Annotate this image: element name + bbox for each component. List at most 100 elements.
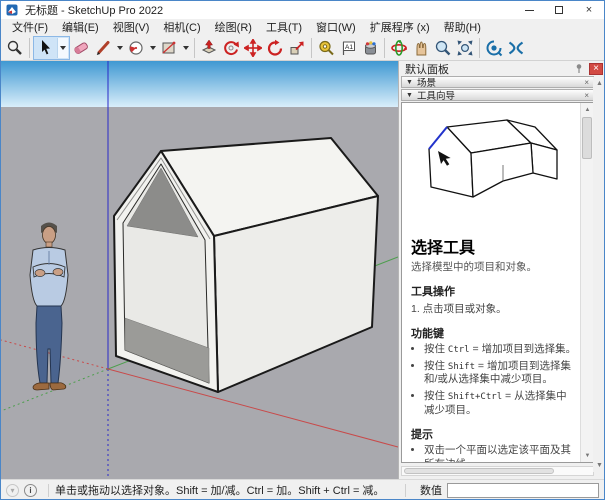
section-instructor[interactable]: ▼ 工具向导 × <box>401 89 594 101</box>
line-tool-button[interactable] <box>92 37 114 59</box>
3d-warehouse-button[interactable] <box>483 37 505 59</box>
menu-window[interactable]: 窗口(W) <box>309 18 363 36</box>
toolbar-separator <box>311 38 312 58</box>
section-close-icon[interactable]: × <box>584 78 589 87</box>
modifier-item: 按住 Ctrl = 增加项目到选择集。 <box>424 343 577 357</box>
toolbar-separator <box>384 38 385 58</box>
sky <box>1 61 398 107</box>
menu-edit[interactable]: 编辑(E) <box>55 18 106 36</box>
window-controls: × <box>514 1 604 19</box>
close-button[interactable]: × <box>574 1 604 19</box>
menu-help[interactable]: 帮助(H) <box>437 18 488 36</box>
eraser-icon <box>72 39 90 57</box>
instructor-scrollbar[interactable]: ▲ ▼ <box>580 103 593 462</box>
zoom-icon <box>434 39 452 57</box>
push-pull-tool-button[interactable] <box>198 37 220 59</box>
offset-tool-button[interactable] <box>220 37 242 59</box>
scroll-up-icon[interactable]: ▲ <box>593 77 605 90</box>
tray-header: 默认面板 × <box>399 61 605 76</box>
move-tool-button[interactable] <box>242 37 264 59</box>
svg-text:A1: A1 <box>345 43 353 50</box>
menu-view[interactable]: 视图(V) <box>106 18 157 36</box>
instructor-illustration <box>411 107 580 225</box>
menu-camera[interactable]: 相机(C) <box>156 18 207 36</box>
paint-bucket-icon <box>361 39 379 57</box>
rectangle-tool-button[interactable] <box>158 37 180 59</box>
extension-warehouse-button[interactable] <box>505 37 527 59</box>
rotate-tool-button[interactable] <box>264 37 286 59</box>
text-tool-button[interactable]: A1 <box>337 37 359 59</box>
scale-tool-button[interactable] <box>286 37 308 59</box>
title-bar: 无标题 - SketchUp Pro 2022 × <box>1 1 604 19</box>
status-bar: ▾ i 单击或拖动以选择对象。Shift = 加/减。Ctrl = 加。Shif… <box>1 479 604 500</box>
line-tool-dropdown[interactable] <box>114 37 125 59</box>
model-viewport[interactable] <box>1 61 398 479</box>
app-icon <box>6 4 18 16</box>
main-toolbar: A1 <box>1 35 604 61</box>
menu-bar: 文件(F) 编辑(E) 视图(V) 相机(C) 绘图(R) 工具(T) 窗口(W… <box>1 19 604 35</box>
arc-tool-button[interactable] <box>125 37 147 59</box>
measurements-input[interactable] <box>447 483 599 498</box>
status-separator <box>48 484 49 497</box>
operation-title: 工具操作 <box>411 283 577 299</box>
toolbar-separator <box>479 38 480 58</box>
circle-tool-icon <box>127 39 145 57</box>
instructor-pane: 选择工具 选择模型中的项目和对象。 工具操作 1. 点击项目或对象。 功能键 按… <box>401 102 594 463</box>
rotate-icon <box>266 39 284 57</box>
modifier-title: 功能键 <box>411 325 577 341</box>
pan-tool-button[interactable] <box>410 37 432 59</box>
magnifier-icon <box>6 39 24 57</box>
tape-measure-icon <box>317 39 335 57</box>
modifier-item: 按住 Shift+Ctrl = 从选择集中减少项目。 <box>424 390 577 417</box>
pin-icon[interactable] <box>572 62 586 75</box>
status-hint: 单击或拖动以选择对象。Shift = 加/减。Ctrl = 加。Shift + … <box>55 482 384 498</box>
scrollbar-thumb[interactable] <box>582 117 592 159</box>
zoom-extents-tool-button[interactable] <box>454 37 476 59</box>
extension-warehouse-icon <box>507 39 525 57</box>
select-tool-dropdown[interactable] <box>57 38 68 58</box>
orbit-icon <box>390 39 408 57</box>
zoom-extents-icon <box>456 39 474 57</box>
offset-icon <box>222 39 240 57</box>
select-arrow-icon <box>37 39 55 57</box>
arc-tool-dropdown[interactable] <box>147 37 158 59</box>
tip-item: 双击一个平面以选定该平面及其所有边线。 <box>424 444 577 462</box>
scale-icon <box>288 39 306 57</box>
menu-tools[interactable]: 工具(T) <box>259 18 309 36</box>
zoom-tool-button[interactable] <box>432 37 454 59</box>
operation-step: 1. 点击项目或对象。 <box>411 301 577 316</box>
move-icon <box>244 39 262 57</box>
rectangle-tool-dropdown[interactable] <box>180 37 191 59</box>
tray-horizontal-scrollbar[interactable] <box>401 466 594 476</box>
menu-file[interactable]: 文件(F) <box>5 18 55 36</box>
status-separator <box>405 484 406 497</box>
geolocation-status-icon[interactable]: ▾ <box>6 484 19 497</box>
section-scenes[interactable]: ▼ 场景 × <box>401 76 594 88</box>
push-pull-icon <box>200 39 218 57</box>
tray-close-button[interactable]: × <box>589 63 603 75</box>
modifier-list: 按住 Ctrl = 增加项目到选择集。 按住 Shift = 增加项目到选择集和… <box>411 343 577 417</box>
pencil-icon <box>94 39 112 57</box>
eraser-tool-button[interactable] <box>70 37 92 59</box>
tape-measure-tool-button[interactable] <box>315 37 337 59</box>
modifier-item: 按住 Shift = 增加项目到选择集和/或从选择集中减少项目。 <box>424 360 577 387</box>
text-tool-icon: A1 <box>339 39 357 57</box>
zoom-window-tool-button[interactable] <box>4 37 26 59</box>
default-tray-panel: 默认面板 × ▼ 场景 × ▼ 工具向导 × <box>398 61 605 479</box>
menu-extensions[interactable]: 扩展程序 (x) <box>363 18 437 36</box>
section-close-icon[interactable]: × <box>584 91 589 100</box>
toolbar-separator <box>194 38 195 58</box>
tray-scrollbar[interactable]: ▲ ▼ <box>593 77 605 472</box>
scroll-down-icon[interactable]: ▼ <box>593 459 605 472</box>
section-scenes-label: 场景 <box>417 75 436 89</box>
tips-title: 提示 <box>411 426 577 442</box>
select-tool-button[interactable] <box>35 37 57 59</box>
menu-draw[interactable]: 绘图(R) <box>208 18 259 36</box>
hscrollbar-thumb[interactable] <box>404 468 554 474</box>
minimize-button[interactable] <box>514 1 544 19</box>
info-status-icon[interactable]: i <box>24 484 37 497</box>
paint-bucket-tool-button[interactable] <box>359 37 381 59</box>
instructor-content: 选择工具 选择模型中的项目和对象。 工具操作 1. 点击项目或对象。 功能键 按… <box>402 103 580 462</box>
orbit-tool-button[interactable] <box>388 37 410 59</box>
maximize-button[interactable] <box>544 1 574 19</box>
